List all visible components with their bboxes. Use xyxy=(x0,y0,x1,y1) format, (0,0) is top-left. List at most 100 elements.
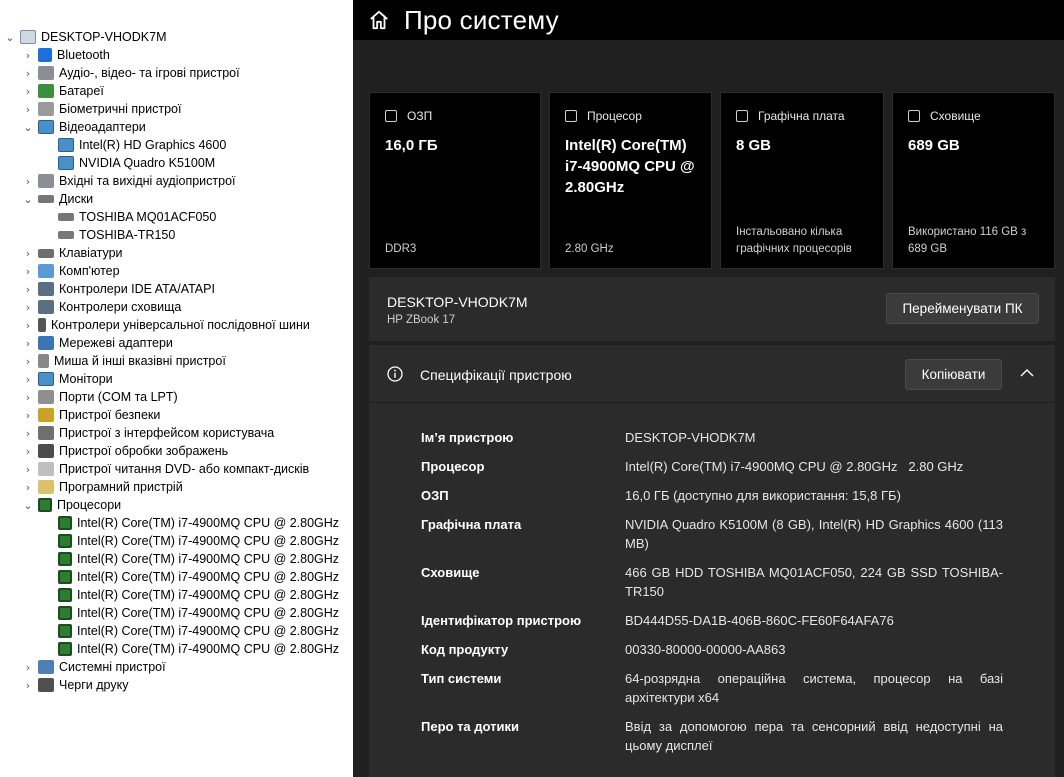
tree-item-monitors[interactable]: › Монітори xyxy=(22,370,113,388)
collapsed-chevron-icon[interactable]: › xyxy=(22,355,34,368)
tree-subitem-cpu[interactable]: Intel(R) Core(TM) i7-4900MQ CPU @ 2.80GH… xyxy=(42,550,339,568)
speaker-icon xyxy=(38,174,54,188)
tree-item-imaging[interactable]: › Пристрої обробки зображень xyxy=(22,442,228,460)
device-name-bar: DESKTOP-VHODK7M HP ZBook 17 Перейменуват… xyxy=(369,277,1055,341)
tree-subitem-cpu[interactable]: Intel(R) Core(TM) i7-4900MQ CPU @ 2.80GH… xyxy=(42,640,339,658)
rename-pc-button[interactable]: Перейменувати ПК xyxy=(886,293,1039,324)
device-specs-header[interactable]: Специфікації пристрою Копіювати xyxy=(369,345,1055,403)
expanded-chevron-icon[interactable]: ⌄ xyxy=(22,121,34,134)
tree-item-label: Аудіо-, відео- та ігрові пристрої xyxy=(59,66,240,80)
tree-item-software[interactable]: › Програмний пристрій xyxy=(22,478,183,496)
tree-subitem-disk-hdd[interactable]: TOSHIBA MQ01ACF050 xyxy=(42,208,216,226)
tree-root[interactable]: ⌄ DESKTOP-VHODK7M xyxy=(4,28,167,46)
tree-item-label: Intel(R) Core(TM) i7-4900MQ CPU @ 2.80GH… xyxy=(77,588,340,602)
home-icon[interactable] xyxy=(368,9,390,31)
computer-icon xyxy=(38,264,54,278)
collapsed-chevron-icon[interactable]: › xyxy=(22,337,34,350)
tree-item-usb[interactable]: › Контролери універсальної послідовної ш… xyxy=(22,316,310,334)
gpu-card-label: Графічна плата xyxy=(758,109,845,123)
tree-item-label: Bluetooth xyxy=(57,48,110,62)
tree-item-display-adapters[interactable]: ⌄ Відеоадаптери xyxy=(22,118,146,136)
collapsed-chevron-icon[interactable]: › xyxy=(22,85,34,98)
gpu-card: Графічна плата 8 GB Інстальовано кілька … xyxy=(720,92,884,269)
spec-value: 16,0 ГБ (доступно для використання: 15,8… xyxy=(625,488,901,503)
tree-item-biometric[interactable]: › Біометричні пристрої xyxy=(22,100,181,118)
tree-subitem-gpu-intel[interactable]: Intel(R) HD Graphics 4600 xyxy=(42,136,226,154)
storage-card-value: 689 GB xyxy=(908,137,960,154)
collapsed-chevron-icon[interactable]: › xyxy=(22,49,34,62)
expanded-chevron-icon[interactable]: ⌄ xyxy=(4,31,16,44)
tree-item-bluetooth[interactable]: › Bluetooth xyxy=(22,46,110,64)
tree-item-label: Біометричні пристрої xyxy=(59,102,182,116)
spec-value: 466 GB HDD TOSHIBA MQ01ACF050, 224 GB SS… xyxy=(625,565,1003,599)
tree-item-network[interactable]: › Мережеві адаптери xyxy=(22,334,173,352)
expanded-chevron-icon[interactable]: ⌄ xyxy=(22,193,34,206)
chevron-up-icon[interactable] xyxy=(1019,365,1035,381)
tree-item-disks[interactable]: ⌄ Диски xyxy=(22,190,93,208)
tree-item-mice[interactable]: › Миша й інші вказівні пристрої xyxy=(22,352,226,370)
disk-drive-icon xyxy=(38,195,54,203)
collapsed-chevron-icon[interactable]: › xyxy=(22,373,34,386)
collapsed-chevron-icon[interactable]: › xyxy=(22,409,34,422)
tree-item-storage-controllers[interactable]: › Контролери сховища xyxy=(22,298,181,316)
collapsed-chevron-icon[interactable]: › xyxy=(22,67,34,80)
collapsed-chevron-icon[interactable]: › xyxy=(22,175,34,188)
tree-subitem-cpu[interactable]: Intel(R) Core(TM) i7-4900MQ CPU @ 2.80GH… xyxy=(42,622,339,640)
collapsed-chevron-icon[interactable]: › xyxy=(22,481,34,494)
cpu-card: Процесор Intel(R) Core(TM) i7-4900MQ CPU… xyxy=(549,92,712,269)
tree-subitem-cpu[interactable]: Intel(R) Core(TM) i7-4900MQ CPU @ 2.80GH… xyxy=(42,604,339,622)
processor-icon xyxy=(58,588,72,602)
tree-subitem-cpu[interactable]: Intel(R) Core(TM) i7-4900MQ CPU @ 2.80GH… xyxy=(42,568,339,586)
collapsed-chevron-icon[interactable]: › xyxy=(22,247,34,260)
collapsed-chevron-icon[interactable]: › xyxy=(22,319,34,332)
tree-subitem-gpu-nvidia[interactable]: NVIDIA Quadro K5100M xyxy=(42,154,215,172)
tree-subitem-disk-ssd[interactable]: TOSHIBA-TR150 xyxy=(42,226,175,244)
tree-item-label: Системні пристрої xyxy=(59,660,166,674)
spec-value: 64-розрядна операційна система, процесор… xyxy=(625,671,1003,705)
gpu-card-foot: Інстальовано кілька графічних процесорів xyxy=(736,226,852,255)
tree-item-label: Вхідні та вихідні аудіопристрої xyxy=(59,174,236,188)
collapsed-chevron-icon[interactable]: › xyxy=(22,463,34,476)
tree-item-hid[interactable]: › Пристрої з інтерфейсом користувача xyxy=(22,424,274,442)
processor-icon xyxy=(58,570,72,584)
tree-item-label: Intel(R) Core(TM) i7-4900MQ CPU @ 2.80GH… xyxy=(77,552,340,566)
collapsed-chevron-icon[interactable]: › xyxy=(22,391,34,404)
tree-subitem-cpu[interactable]: Intel(R) Core(TM) i7-4900MQ CPU @ 2.80GH… xyxy=(42,514,339,532)
collapsed-chevron-icon[interactable]: › xyxy=(22,427,34,440)
collapsed-chevron-icon[interactable]: › xyxy=(22,103,34,116)
tree-item-label: Intel(R) Core(TM) i7-4900MQ CPU @ 2.80GH… xyxy=(77,624,340,638)
tree-item-dvd[interactable]: › Пристрої читання DVD- або компакт-диск… xyxy=(22,460,309,478)
tree-item-audio[interactable]: › Аудіо-, відео- та ігрові пристрої xyxy=(22,64,240,82)
tree-item-label: Черги друку xyxy=(59,678,129,692)
tree-item-computer[interactable]: › Комп'ютер xyxy=(22,262,120,280)
port-icon xyxy=(38,390,54,404)
tree-item-security[interactable]: › Пристрої безпеки xyxy=(22,406,160,424)
collapsed-chevron-icon[interactable]: › xyxy=(22,283,34,296)
tree-item-keyboards[interactable]: › Клавіатури xyxy=(22,244,123,262)
gpu-card-value: 8 GB xyxy=(736,137,772,154)
collapsed-chevron-icon[interactable]: › xyxy=(22,661,34,674)
tree-item-audio-io[interactable]: › Вхідні та вихідні аудіопристрої xyxy=(22,172,236,190)
spec-value: Ввід за допомогою пера та сенсорний ввід… xyxy=(625,719,1003,753)
collapsed-chevron-icon[interactable]: › xyxy=(22,301,34,314)
tree-item-system-devices[interactable]: › Системні пристрої xyxy=(22,658,166,676)
tree-item-ide[interactable]: › Контролери IDE ATA/ATAPI xyxy=(22,280,215,298)
disk-drive-icon xyxy=(58,231,74,239)
cpu-card-label: Процесор xyxy=(587,109,642,123)
tree-subitem-cpu[interactable]: Intel(R) Core(TM) i7-4900MQ CPU @ 2.80GH… xyxy=(42,532,339,550)
tree-item-print-queues[interactable]: › Черги друку xyxy=(22,676,128,694)
camera-icon xyxy=(38,444,54,458)
cpu-card-foot: 2.80 GHz xyxy=(565,243,614,255)
collapsed-chevron-icon[interactable]: › xyxy=(22,679,34,692)
collapsed-chevron-icon[interactable]: › xyxy=(22,265,34,278)
tree-subitem-cpu[interactable]: Intel(R) Core(TM) i7-4900MQ CPU @ 2.80GH… xyxy=(42,586,339,604)
expanded-chevron-icon[interactable]: ⌄ xyxy=(22,499,34,512)
spec-value: DESKTOP-VHODK7M xyxy=(625,430,756,445)
tree-item-batteries[interactable]: › Батареї xyxy=(22,82,104,100)
tree-item-label: Intel(R) Core(TM) i7-4900MQ CPU @ 2.80GH… xyxy=(77,570,340,584)
info-icon xyxy=(387,366,403,382)
tree-item-ports[interactable]: › Порти (COM та LPT) xyxy=(22,388,178,406)
copy-button[interactable]: Копіювати xyxy=(905,359,1002,390)
collapsed-chevron-icon[interactable]: › xyxy=(22,445,34,458)
tree-item-processors[interactable]: ⌄ Процесори xyxy=(22,496,121,514)
